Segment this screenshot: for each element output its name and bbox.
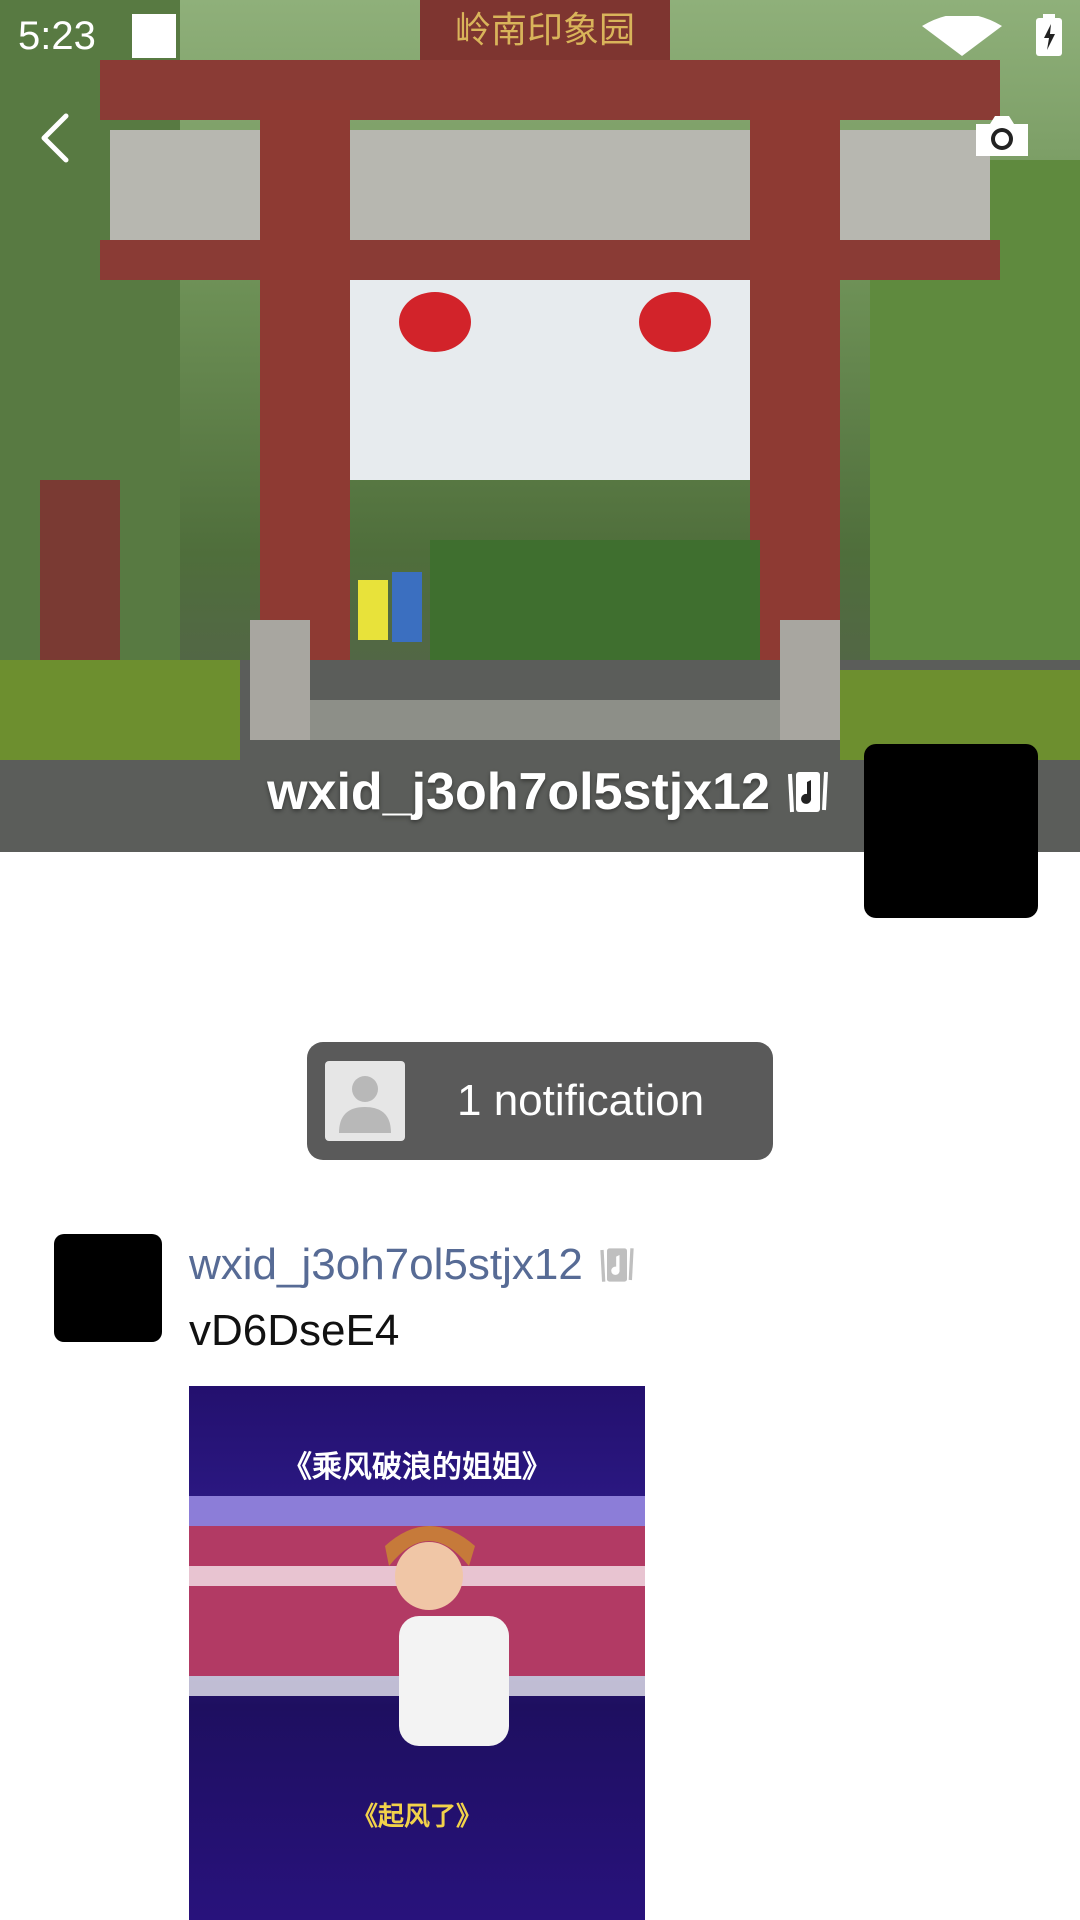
notification-text: 1 notification <box>457 1076 705 1125</box>
cover-username[interactable]: wxid_j3oh7ol5stjx12 <box>267 762 832 822</box>
notification-square-icon <box>132 14 176 58</box>
cover-scene-illustration: 岭南印象园 <box>0 0 1080 852</box>
post-username[interactable]: wxid_j3oh7ol5stjx12 <box>189 1240 637 1290</box>
music-card-icon <box>600 1248 634 1282</box>
post-image[interactable]: 《乘风破浪的姐姐》 《起风了》 <box>189 1386 645 1920</box>
default-user-icon <box>325 1061 405 1141</box>
post-username-text: wxid_j3oh7ol5stjx12 <box>189 1240 583 1289</box>
notification-button[interactable]: 1 notification <box>307 1042 773 1160</box>
post-image-title: 《乘风破浪的姐姐》 <box>282 1451 552 1484</box>
post-image-subtitle: 《起风了》 <box>351 1801 482 1831</box>
status-time: 5:23 <box>18 14 96 58</box>
camera-icon[interactable] <box>972 112 1032 160</box>
music-card-icon <box>788 771 828 813</box>
cover-photo[interactable]: 岭南印象园 <box>0 0 1080 852</box>
status-bar: 5:23 <box>0 0 1080 72</box>
post-avatar[interactable] <box>54 1234 162 1342</box>
post-text: vD6DseE4 <box>189 1306 400 1355</box>
cover-username-text: wxid_j3oh7ol5stjx12 <box>267 763 770 821</box>
wifi-icon <box>922 16 1002 56</box>
profile-avatar[interactable] <box>864 744 1038 918</box>
battery-charging-icon <box>1036 14 1062 56</box>
back-chevron-icon[interactable] <box>30 108 90 168</box>
